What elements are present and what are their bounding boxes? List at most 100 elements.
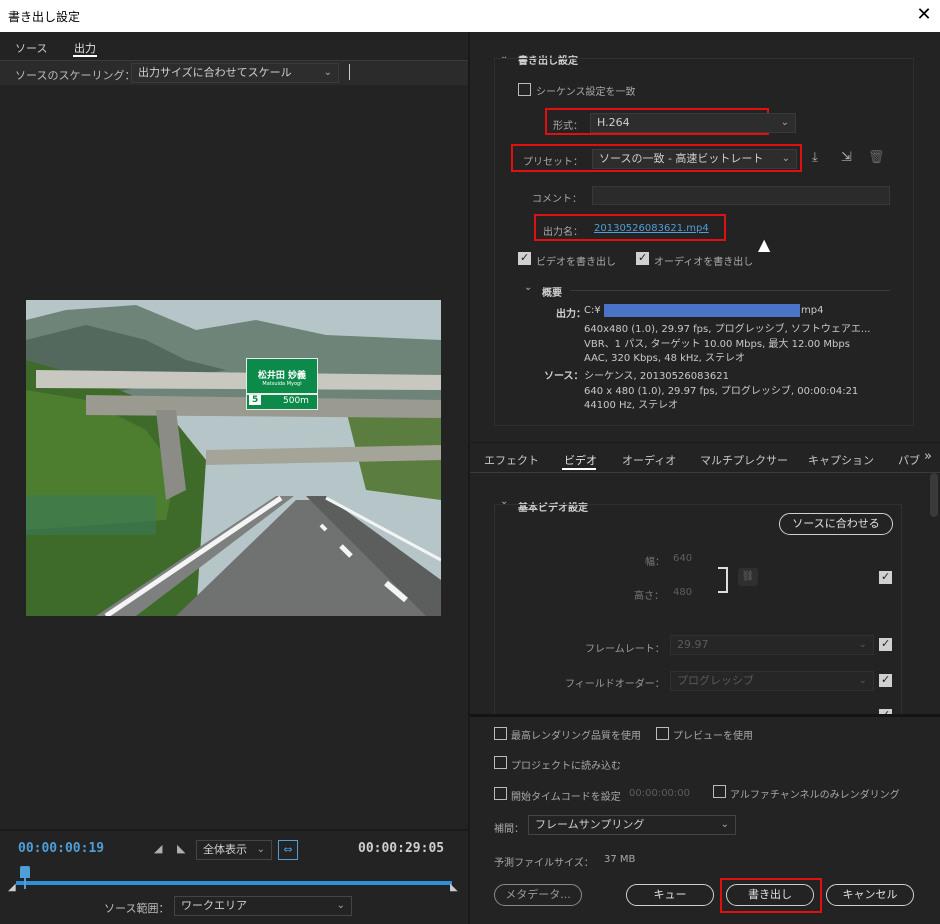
- output-name-link[interactable]: 20130526083621.mp4: [594, 223, 709, 234]
- aspect-icon[interactable]: ⇔: [278, 840, 298, 860]
- current-timecode[interactable]: 00:00:00:19: [18, 841, 104, 856]
- use-preview-checkbox[interactable]: [656, 727, 669, 740]
- start-timecode-checkbox[interactable]: [494, 787, 507, 800]
- scrollbar-thumb[interactable]: [930, 473, 938, 517]
- output-summary-line3: VBR、1 パス, ターゲット 10.00 Mbps, 最大 12.00 Mbp…: [584, 339, 850, 350]
- export-video-label: ビデオを書き出し: [536, 257, 616, 268]
- alpha-only-label: アルファチャンネルのみレンダリング: [730, 790, 900, 801]
- field-order-dropdown[interactable]: プログレッシブ ⌄: [670, 671, 874, 691]
- right-panel: ⌄ 書き出し設定 シーケンス設定を一致 形式： H.264 ⌄ プリセット： ソ…: [470, 32, 940, 924]
- queue-button[interactable]: キュー: [626, 884, 714, 906]
- interp-dropdown[interactable]: フレームサンプリング ⌄: [528, 815, 736, 835]
- zoom-value: 全体表示: [203, 843, 247, 856]
- zoom-dropdown[interactable]: 全体表示 ⌄: [196, 840, 272, 860]
- output-name-label: 出力名：: [543, 227, 583, 238]
- framerate-dropdown[interactable]: 29.97 ⌄: [670, 635, 874, 655]
- import-project-checkbox[interactable]: [494, 756, 507, 769]
- summary-title: 概要: [542, 288, 562, 299]
- max-quality-checkbox[interactable]: [494, 727, 507, 740]
- output-summary-line4: AAC, 320 Kbps, 48 kHz, ステレオ: [584, 353, 746, 364]
- tab-publish[interactable]: パブ: [898, 452, 920, 468]
- end-timecode: 00:00:29:05: [358, 841, 445, 856]
- match-source-button[interactable]: ソースに合わせる: [779, 513, 893, 535]
- tab-underline: [73, 55, 97, 57]
- left-panel: ソース 出力 ソースのスケーリング： 出力サイズに合わせてスケール ⌄ 松井田 …: [0, 32, 468, 924]
- chevron-down-icon[interactable]: ⌄: [524, 282, 532, 293]
- height-label: 高さ：: [634, 591, 664, 602]
- output-summary-label: 出力：: [556, 309, 586, 320]
- comment-input[interactable]: [592, 186, 890, 205]
- road-sign: 松井田 妙義 Matsuida Myogi: [246, 358, 318, 394]
- more-tabs-icon[interactable]: »: [924, 449, 932, 464]
- sign-line1: 松井田 妙義: [257, 371, 307, 381]
- timeline-separator: [0, 829, 468, 831]
- tab-multiplexer[interactable]: マルチプレクサー: [700, 452, 788, 468]
- in-point-icon[interactable]: ◢: [8, 882, 16, 893]
- format-dropdown[interactable]: H.264 ⌄: [590, 113, 796, 133]
- scaling-dropdown[interactable]: 出力サイズに合わせてスケール ⌄: [131, 63, 339, 83]
- framerate-label: フレームレート：: [585, 644, 665, 655]
- sign-number: 5: [249, 395, 262, 405]
- tab-effects[interactable]: エフェクト: [484, 452, 539, 468]
- start-timecode-label: 開始タイムコードを設定: [511, 792, 621, 803]
- mark-out-icon[interactable]: ◣: [177, 842, 185, 855]
- metadata-button[interactable]: メタデータ...: [494, 884, 582, 906]
- tab-audio[interactable]: オーディオ: [622, 452, 676, 468]
- chevron-down-icon: ⌄: [858, 639, 867, 650]
- delete-preset-icon[interactable]: 🗑: [868, 150, 885, 165]
- close-icon[interactable]: ✕: [908, 0, 940, 32]
- export-video-checkbox[interactable]: [518, 251, 531, 265]
- tab-captions[interactable]: キャプション: [808, 452, 874, 468]
- import-preset-icon[interactable]: ⇲: [841, 150, 852, 165]
- match-sequence-label: シーケンス設定を一致: [536, 87, 636, 98]
- save-preset-icon[interactable]: ⤓: [812, 150, 818, 165]
- scaling-bar: ソースのスケーリング： 出力サイズに合わせてスケール ⌄: [0, 61, 468, 85]
- preset-label: プリセット：: [523, 157, 583, 168]
- scaling-label: ソースのスケーリング：: [15, 69, 136, 82]
- mark-in-icon[interactable]: ◢: [154, 842, 162, 855]
- source-range-label: ソース範囲：: [104, 902, 170, 915]
- comment-label: コメント：: [532, 194, 582, 205]
- preset-dropdown[interactable]: ソースの一致 - 高速ビットレート ⌄: [592, 149, 797, 169]
- chain-link-icon[interactable]: ⛓: [738, 568, 758, 586]
- use-preview-label: プレビューを使用: [673, 731, 753, 742]
- framerate-checkbox[interactable]: [879, 637, 892, 651]
- source-summary-label: ソース：: [544, 371, 584, 382]
- field-order-checkbox[interactable]: [879, 673, 892, 687]
- road-sign-distance: 5 500m: [246, 394, 318, 410]
- tab-source[interactable]: ソース: [15, 40, 47, 56]
- match-sequence-checkbox[interactable]: [518, 83, 531, 96]
- tab-output[interactable]: 出力: [74, 40, 96, 56]
- field-order-label: フィールドオーダー：: [565, 679, 665, 690]
- format-value: H.264: [597, 116, 630, 129]
- video-preview: 松井田 妙義 Matsuida Myogi 5 500m: [26, 300, 441, 616]
- alpha-only-checkbox[interactable]: [713, 785, 726, 798]
- sign-distance: 500m: [283, 396, 309, 406]
- chevron-down-icon: ⌄: [720, 819, 729, 830]
- width-height-checkbox[interactable]: [879, 570, 892, 584]
- tab-video[interactable]: ビデオ: [564, 452, 597, 468]
- filesize-value: 37 MB: [604, 854, 636, 865]
- start-timecode-value[interactable]: 00:00:00:00: [629, 788, 690, 799]
- chevron-down-icon: ⌄: [780, 117, 789, 128]
- filesize-label: 予測ファイルサイズ：: [494, 858, 594, 869]
- chevron-down-icon: ⌄: [858, 675, 867, 686]
- settings-tabs: エフェクト ビデオ オーディオ マルチプレクサー キャプション パブ »: [470, 442, 940, 472]
- redacted-path: [604, 304, 800, 317]
- output-path-suffix: mp4: [801, 305, 824, 316]
- summary-rule: [570, 290, 890, 291]
- height-value: 480: [673, 587, 693, 598]
- cancel-button[interactable]: キャンセル: [826, 884, 914, 906]
- import-project-label: プロジェクトに読み込む: [511, 761, 621, 772]
- export-audio-checkbox[interactable]: [636, 251, 649, 265]
- export-button[interactable]: 書き出し: [726, 884, 814, 906]
- mouse-cursor-icon: ▲: [758, 235, 771, 254]
- timeline-bar[interactable]: [16, 881, 452, 885]
- out-point-icon[interactable]: ◣: [450, 882, 458, 893]
- source-range-dropdown[interactable]: ワークエリア ⌄: [174, 896, 352, 916]
- chevron-down-icon: ⌄: [323, 67, 332, 78]
- scaling-value: 出力サイズに合わせてスケール: [138, 66, 292, 79]
- framerate-value: 29.97: [677, 638, 709, 651]
- title-bar: 書き出し設定 ✕: [0, 0, 940, 32]
- source-summary-line2: 640 x 480 (1.0), 29.97 fps, プログレッシブ, 00:…: [584, 386, 859, 397]
